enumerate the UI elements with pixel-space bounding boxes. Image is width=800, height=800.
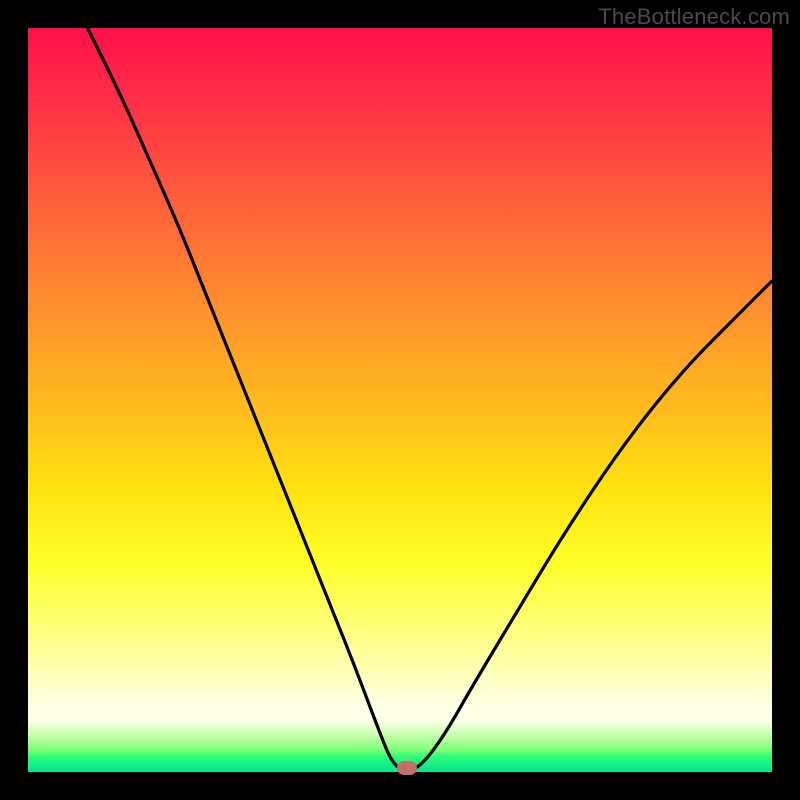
watermark-text: TheBottleneck.com bbox=[598, 4, 790, 30]
bottleneck-curve bbox=[28, 28, 772, 772]
chart-frame: TheBottleneck.com bbox=[0, 0, 800, 800]
plot-area bbox=[28, 28, 772, 772]
minimum-marker bbox=[397, 761, 417, 775]
